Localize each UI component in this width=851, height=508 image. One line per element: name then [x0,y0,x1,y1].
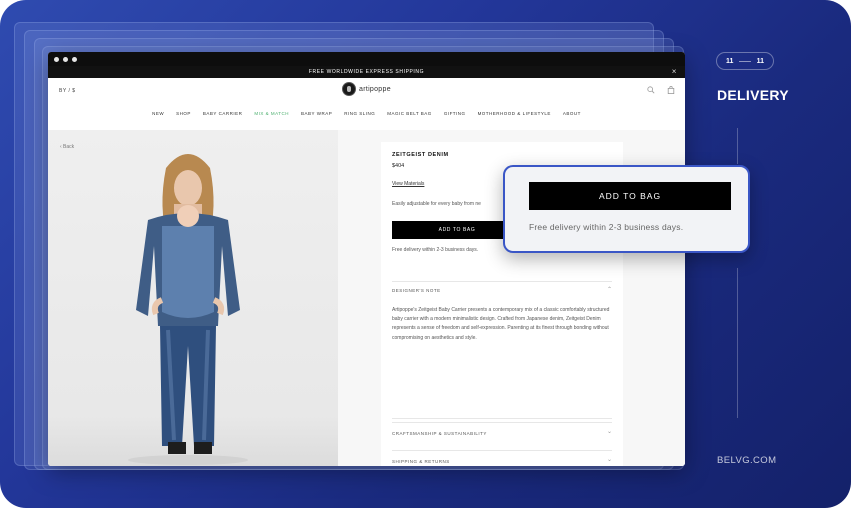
vertical-line [737,128,738,164]
designers-note-body: Artipoppe's Zeitgeist Baby Carrier prese… [392,307,610,341]
close-icon[interactable]: × [672,66,677,78]
search-icon[interactable] [647,86,655,94]
slide-counter: 11 11 [716,52,774,70]
section-title: DELIVERY [717,87,789,103]
nav-item-mix-and-match[interactable]: MIX & MATCH [254,111,289,116]
header-icons [647,86,675,94]
site-logo[interactable]: artipoppe [342,82,391,96]
browser-chrome [48,52,685,66]
counter-separator [739,60,751,62]
accordion-shipping-returns[interactable]: SHIPPING & RETURNS [392,459,450,464]
browser-window: FREE WORLDWIDE EXPRESS SHIPPING × BY / $… [48,52,685,466]
logo-icon [342,82,356,96]
nav-item-ring-sling[interactable]: RING SLING [344,111,375,116]
view-materials-link[interactable]: View Materials [392,181,424,187]
nav-item-gifting[interactable]: GIFTING [444,111,466,116]
product-description: Easily adjustable for every baby from ne [392,201,481,207]
model-illustration [128,154,248,465]
nav-item-magic-belt-bag[interactable]: MAGIC BELT BAG [387,111,432,116]
nav-item-new[interactable]: NEW [152,111,164,116]
divider [392,450,612,451]
nav-item-about[interactable]: ABOUT [563,111,581,116]
accordion-craftsmanship[interactable]: CRAFTSMANSHIP & SUSTAINABILITY [392,431,487,436]
bag-icon[interactable] [667,86,675,94]
site-header: BY / $ artipoppe NEW SHOP BABY CARRIER M… [48,78,685,130]
divider [392,281,612,282]
currency-selector[interactable]: BY / $ [59,88,76,94]
slide-current: 11 [726,57,734,65]
designers-note-heading[interactable]: DESIGNER'S NOTE [392,288,441,293]
slide-sidebar: 11 11 DELIVERY BELVG.COM [700,0,851,508]
divider [392,418,612,419]
slide-total: 11 [756,57,764,65]
product-title: ZEITGEIST DENIM [392,152,449,158]
nav-item-shop[interactable]: SHOP [176,111,191,116]
chevron-down-icon[interactable]: ⌄ [607,456,612,463]
slide-background: FREE WORLDWIDE EXPRESS SHIPPING × BY / $… [0,0,851,508]
nav-item-motherhood[interactable]: MOTHERHOOD & LIFESTYLE [478,111,551,116]
vertical-line [737,268,738,418]
chevron-up-icon[interactable]: ⌃ [607,286,612,293]
nav-item-baby-wrap[interactable]: BABY WRAP [301,111,332,116]
window-dot-icon[interactable] [54,56,59,62]
delivery-note-zoomed: Free delivery within 2-3 business days. [529,222,684,232]
promo-banner: FREE WORLDWIDE EXPRESS SHIPPING × [48,66,685,78]
window-dot-icon[interactable] [72,56,77,62]
logo-text: artipoppe [359,85,391,93]
product-price: $404 [392,163,405,169]
nav-item-baby-carrier[interactable]: BABY CARRIER [203,111,242,116]
chevron-down-icon[interactable]: ⌄ [607,428,612,435]
delivery-note: Free delivery within 2-3 business days. [392,247,479,253]
divider [392,422,612,423]
promo-text: FREE WORLDWIDE EXPRESS SHIPPING [308,69,425,75]
accordion-continuation: CRAFTSMANSHIP & SUSTAINABILITY ⌄ SHIPPIN… [381,420,623,466]
window-dot-icon[interactable] [63,56,68,62]
product-photo: ‹ Back [48,130,338,466]
main-nav: NEW SHOP BABY CARRIER MIX & MATCH BABY W… [48,111,685,116]
brand-url: BELVG.COM [717,455,777,466]
